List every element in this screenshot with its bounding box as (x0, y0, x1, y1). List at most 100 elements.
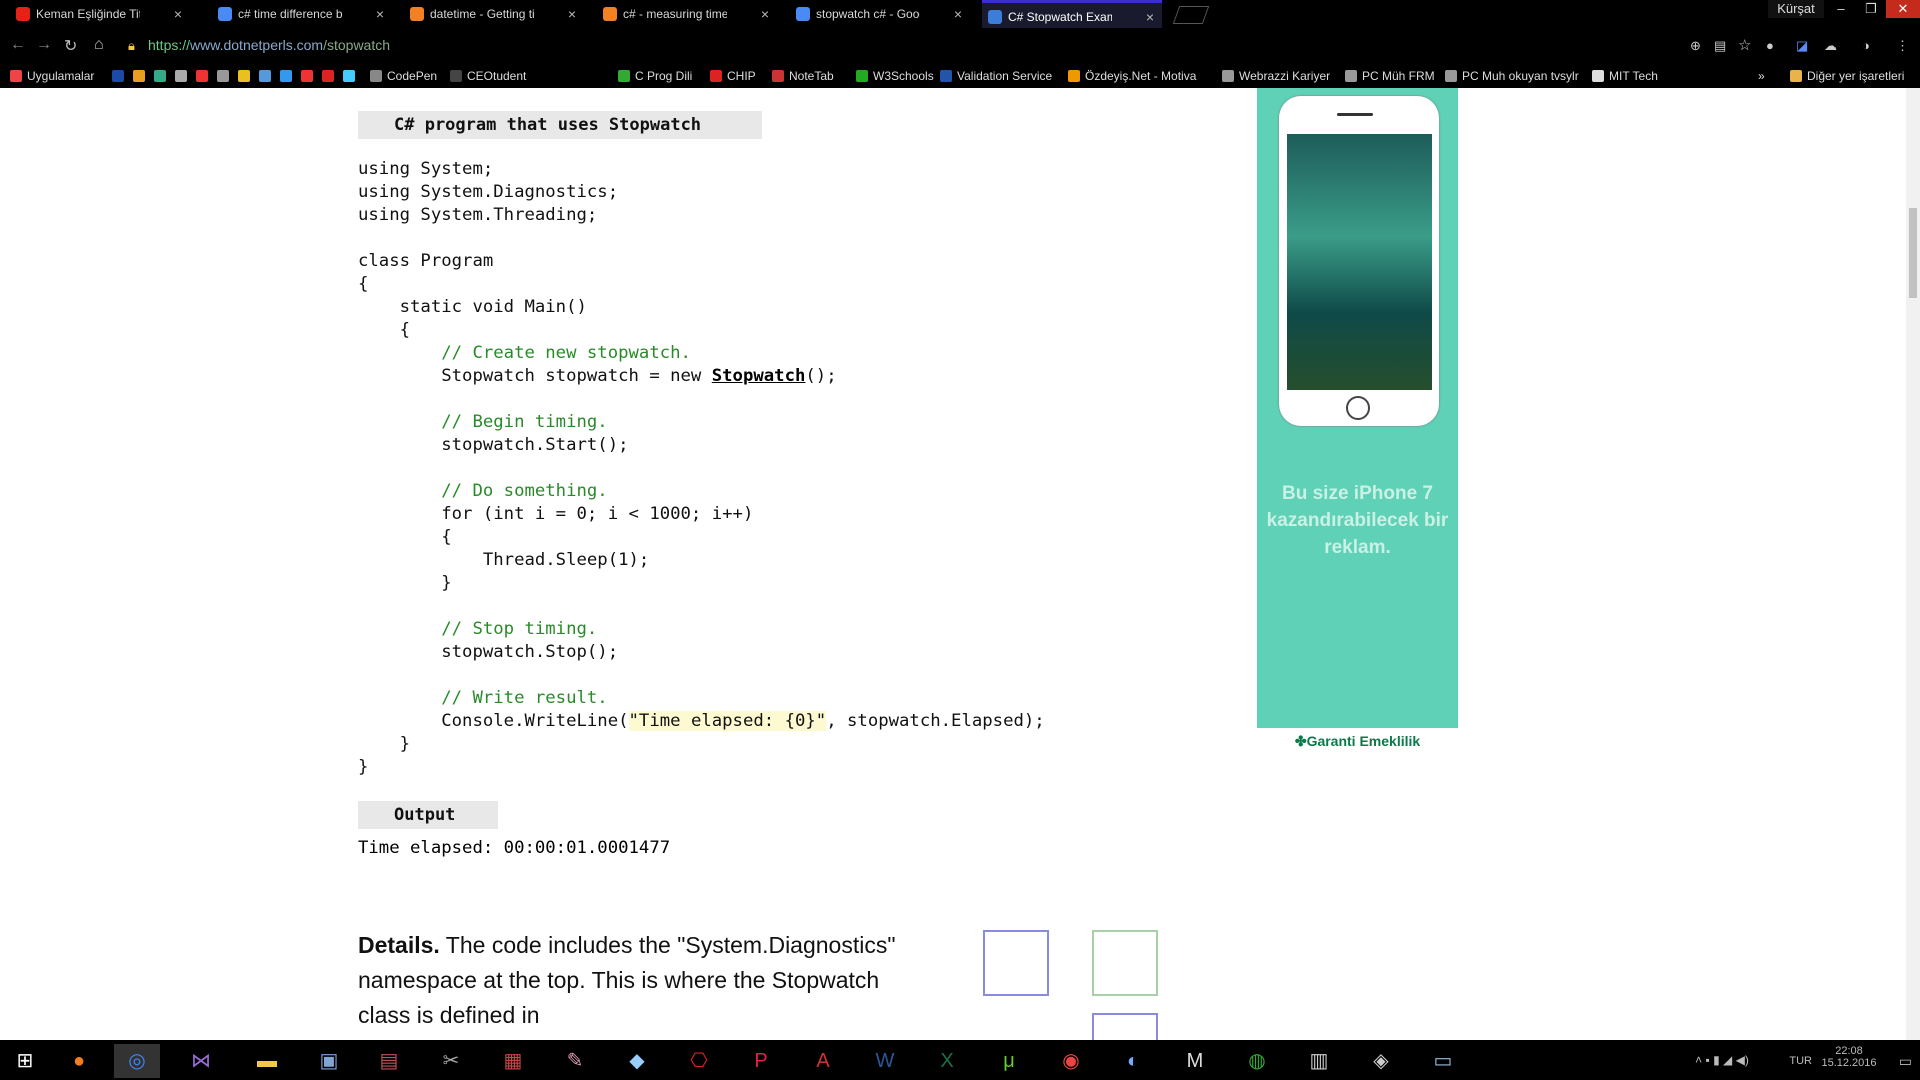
bookmark-favicon-icon (112, 70, 124, 82)
bookmark-icon-only[interactable] (280, 64, 297, 88)
tab[interactable]: stopwatch c# - Google'd × (790, 0, 970, 28)
code-header: C# program that uses Stopwatch (358, 111, 762, 139)
star-icon[interactable]: ☆ (1738, 36, 1751, 54)
zoom-icon[interactable]: ⊕ (1690, 38, 1701, 54)
bookmark-favicon-icon (259, 70, 271, 82)
bookmark-icon-only[interactable] (217, 64, 234, 88)
chrome-icon[interactable]: ◎ (114, 1044, 160, 1078)
excel-icon[interactable]: X (924, 1044, 970, 1078)
bookmark-item[interactable]: Webrazzi Kariyer (1222, 64, 1330, 88)
bookmark-icon-only[interactable] (259, 64, 276, 88)
bookmark-item[interactable]: Uygulamalar (10, 64, 94, 88)
powerpoint-icon[interactable]: P (738, 1044, 784, 1078)
extension-translate-icon[interactable]: ◪ (1796, 38, 1808, 54)
word-icon[interactable]: W (862, 1044, 908, 1078)
tab-close-icon[interactable]: × (761, 0, 769, 28)
app-icon[interactable]: ◐ (1110, 1044, 1156, 1078)
translate-icon[interactable]: ▤ (1714, 38, 1726, 54)
stopwatch-link[interactable]: Stopwatch (712, 366, 806, 386)
bookmark-icon-only[interactable] (112, 64, 129, 88)
app-icon[interactable]: M (1172, 1044, 1218, 1078)
address-field[interactable]: https://www.dotnetperls.com/stopwatch (148, 37, 390, 53)
lock-icon[interactable]: 🔒︎ (128, 38, 135, 54)
bookmark-item[interactable]: W3Schools (856, 64, 934, 88)
bookmark-item[interactable]: PC Müh FRM (1345, 64, 1435, 88)
pdf-icon[interactable]: ⎔ (676, 1044, 722, 1078)
bookmark-item[interactable]: Validation Service (940, 64, 1052, 88)
app-icon[interactable]: ▣ (306, 1044, 352, 1078)
bookmark-favicon-icon (343, 70, 355, 82)
bookmark-item[interactable]: PC Muh okuyan tvsylr (1445, 64, 1579, 88)
tab-close-icon[interactable]: × (1146, 3, 1154, 28)
app-icon[interactable]: ◈ (1358, 1044, 1404, 1078)
bookmark-icon-only[interactable] (301, 64, 318, 88)
tab-close-icon[interactable]: × (174, 0, 182, 28)
app-icon[interactable]: ◉ (1048, 1044, 1094, 1078)
app-icon[interactable]: ◆ (614, 1044, 660, 1078)
firefox-icon[interactable]: ● (56, 1044, 102, 1078)
restore-button[interactable]: ❐ (1856, 0, 1886, 18)
tab[interactable]: Keman Eşliğinde Titanic × (10, 0, 190, 28)
app-icon[interactable]: ▦ (490, 1044, 536, 1078)
bookmark-favicon-icon (280, 70, 292, 82)
code-text: stopwatch.Stop(); (358, 642, 619, 662)
bookmark-favicon-icon (217, 70, 229, 82)
bookmark-icon-only[interactable] (322, 64, 339, 88)
ad-text: Bu size iPhone 7 kazandırabilecek bir re… (1266, 483, 1449, 558)
bookmark-item[interactable]: CodePen (370, 64, 437, 88)
bookmark-icon-only[interactable] (175, 64, 192, 88)
file-explorer-icon[interactable]: ▬ (244, 1044, 290, 1078)
bookmark-item[interactable]: Özdeyiş.Net - Motiva (1068, 64, 1196, 88)
profile-button[interactable]: Kürşat (1768, 0, 1824, 18)
bookmark-item[interactable]: CHIP (710, 64, 756, 88)
code-text: class Program (358, 251, 494, 271)
bookmark-icon-only[interactable] (133, 64, 150, 88)
reload-icon[interactable]: ↻ (64, 36, 77, 56)
calculator-icon[interactable]: ▥ (1296, 1044, 1342, 1078)
iphone-ad-banner[interactable]: Bu size iPhone 7 kazandırabilecek bir re… (1257, 88, 1458, 728)
bookmark-icon-only[interactable] (196, 64, 213, 88)
tab[interactable]: c# - measuring time acr × (597, 0, 777, 28)
close-window-button[interactable]: ✕ (1886, 0, 1920, 18)
code-text: } (358, 734, 411, 754)
forward-icon[interactable]: → (36, 36, 52, 54)
ad-footer-logo[interactable]: ✤Garanti Emeklilik (1257, 728, 1458, 754)
bookmark-item[interactable]: CEOtudent (450, 64, 526, 88)
minimize-button[interactable]: – (1826, 0, 1856, 18)
utorrent-icon[interactable]: μ (986, 1044, 1032, 1078)
bookmark-item[interactable]: Diğer yer işaretleri (1790, 64, 1904, 88)
tools-icon[interactable]: ✂ (428, 1044, 474, 1078)
menu-icon[interactable]: ⋮ (1896, 38, 1909, 54)
bookmark-favicon-icon (1222, 70, 1234, 82)
bookmark-item[interactable]: MIT Tech (1592, 64, 1658, 88)
bookmark-icon-only[interactable] (343, 64, 360, 88)
winrar-icon[interactable]: ▤ (366, 1044, 412, 1078)
bookmark-favicon-icon (1592, 70, 1604, 82)
bookmark-item[interactable]: C Prog Dili (618, 64, 692, 88)
extension-cloud-icon[interactable]: ☁ (1824, 38, 1837, 54)
code-line: static void Main() (358, 296, 1045, 319)
bookmark-icon-only[interactable] (154, 64, 171, 88)
bookmark-item[interactable]: NoteTab (772, 64, 834, 88)
app-icon[interactable]: ◍ (1234, 1044, 1280, 1078)
visual-studio-icon[interactable]: ⋈ (178, 1044, 224, 1078)
tab-close-icon[interactable]: × (954, 0, 962, 28)
extension-contrast-icon[interactable]: ◑ (1862, 38, 1870, 53)
bookmarks-overflow-icon[interactable]: » (1758, 64, 1765, 88)
home-icon[interactable]: ⌂ (94, 36, 104, 54)
extension-chat-icon[interactable]: ● (1766, 38, 1774, 53)
scrollbar[interactable] (1906, 88, 1920, 1040)
paint-icon[interactable]: ✎ (552, 1044, 598, 1078)
tab[interactable]: C# Stopwatch Examples × (982, 0, 1162, 28)
code-line: // Do something. (358, 480, 1045, 503)
bookmark-icon-only[interactable] (238, 64, 255, 88)
back-icon[interactable]: ← (10, 36, 26, 54)
start-button-icon[interactable]: ⊞ (2, 1044, 48, 1078)
tab[interactable]: c# time difference betwe × (212, 0, 392, 28)
tab-close-icon[interactable]: × (376, 0, 384, 28)
tab-close-icon[interactable]: × (568, 0, 576, 28)
app-icon[interactable]: ▭ (1420, 1044, 1466, 1078)
tab[interactable]: datetime - Getting time × (404, 0, 584, 28)
access-icon[interactable]: A (800, 1044, 846, 1078)
scrollbar-thumb[interactable] (1909, 208, 1917, 298)
